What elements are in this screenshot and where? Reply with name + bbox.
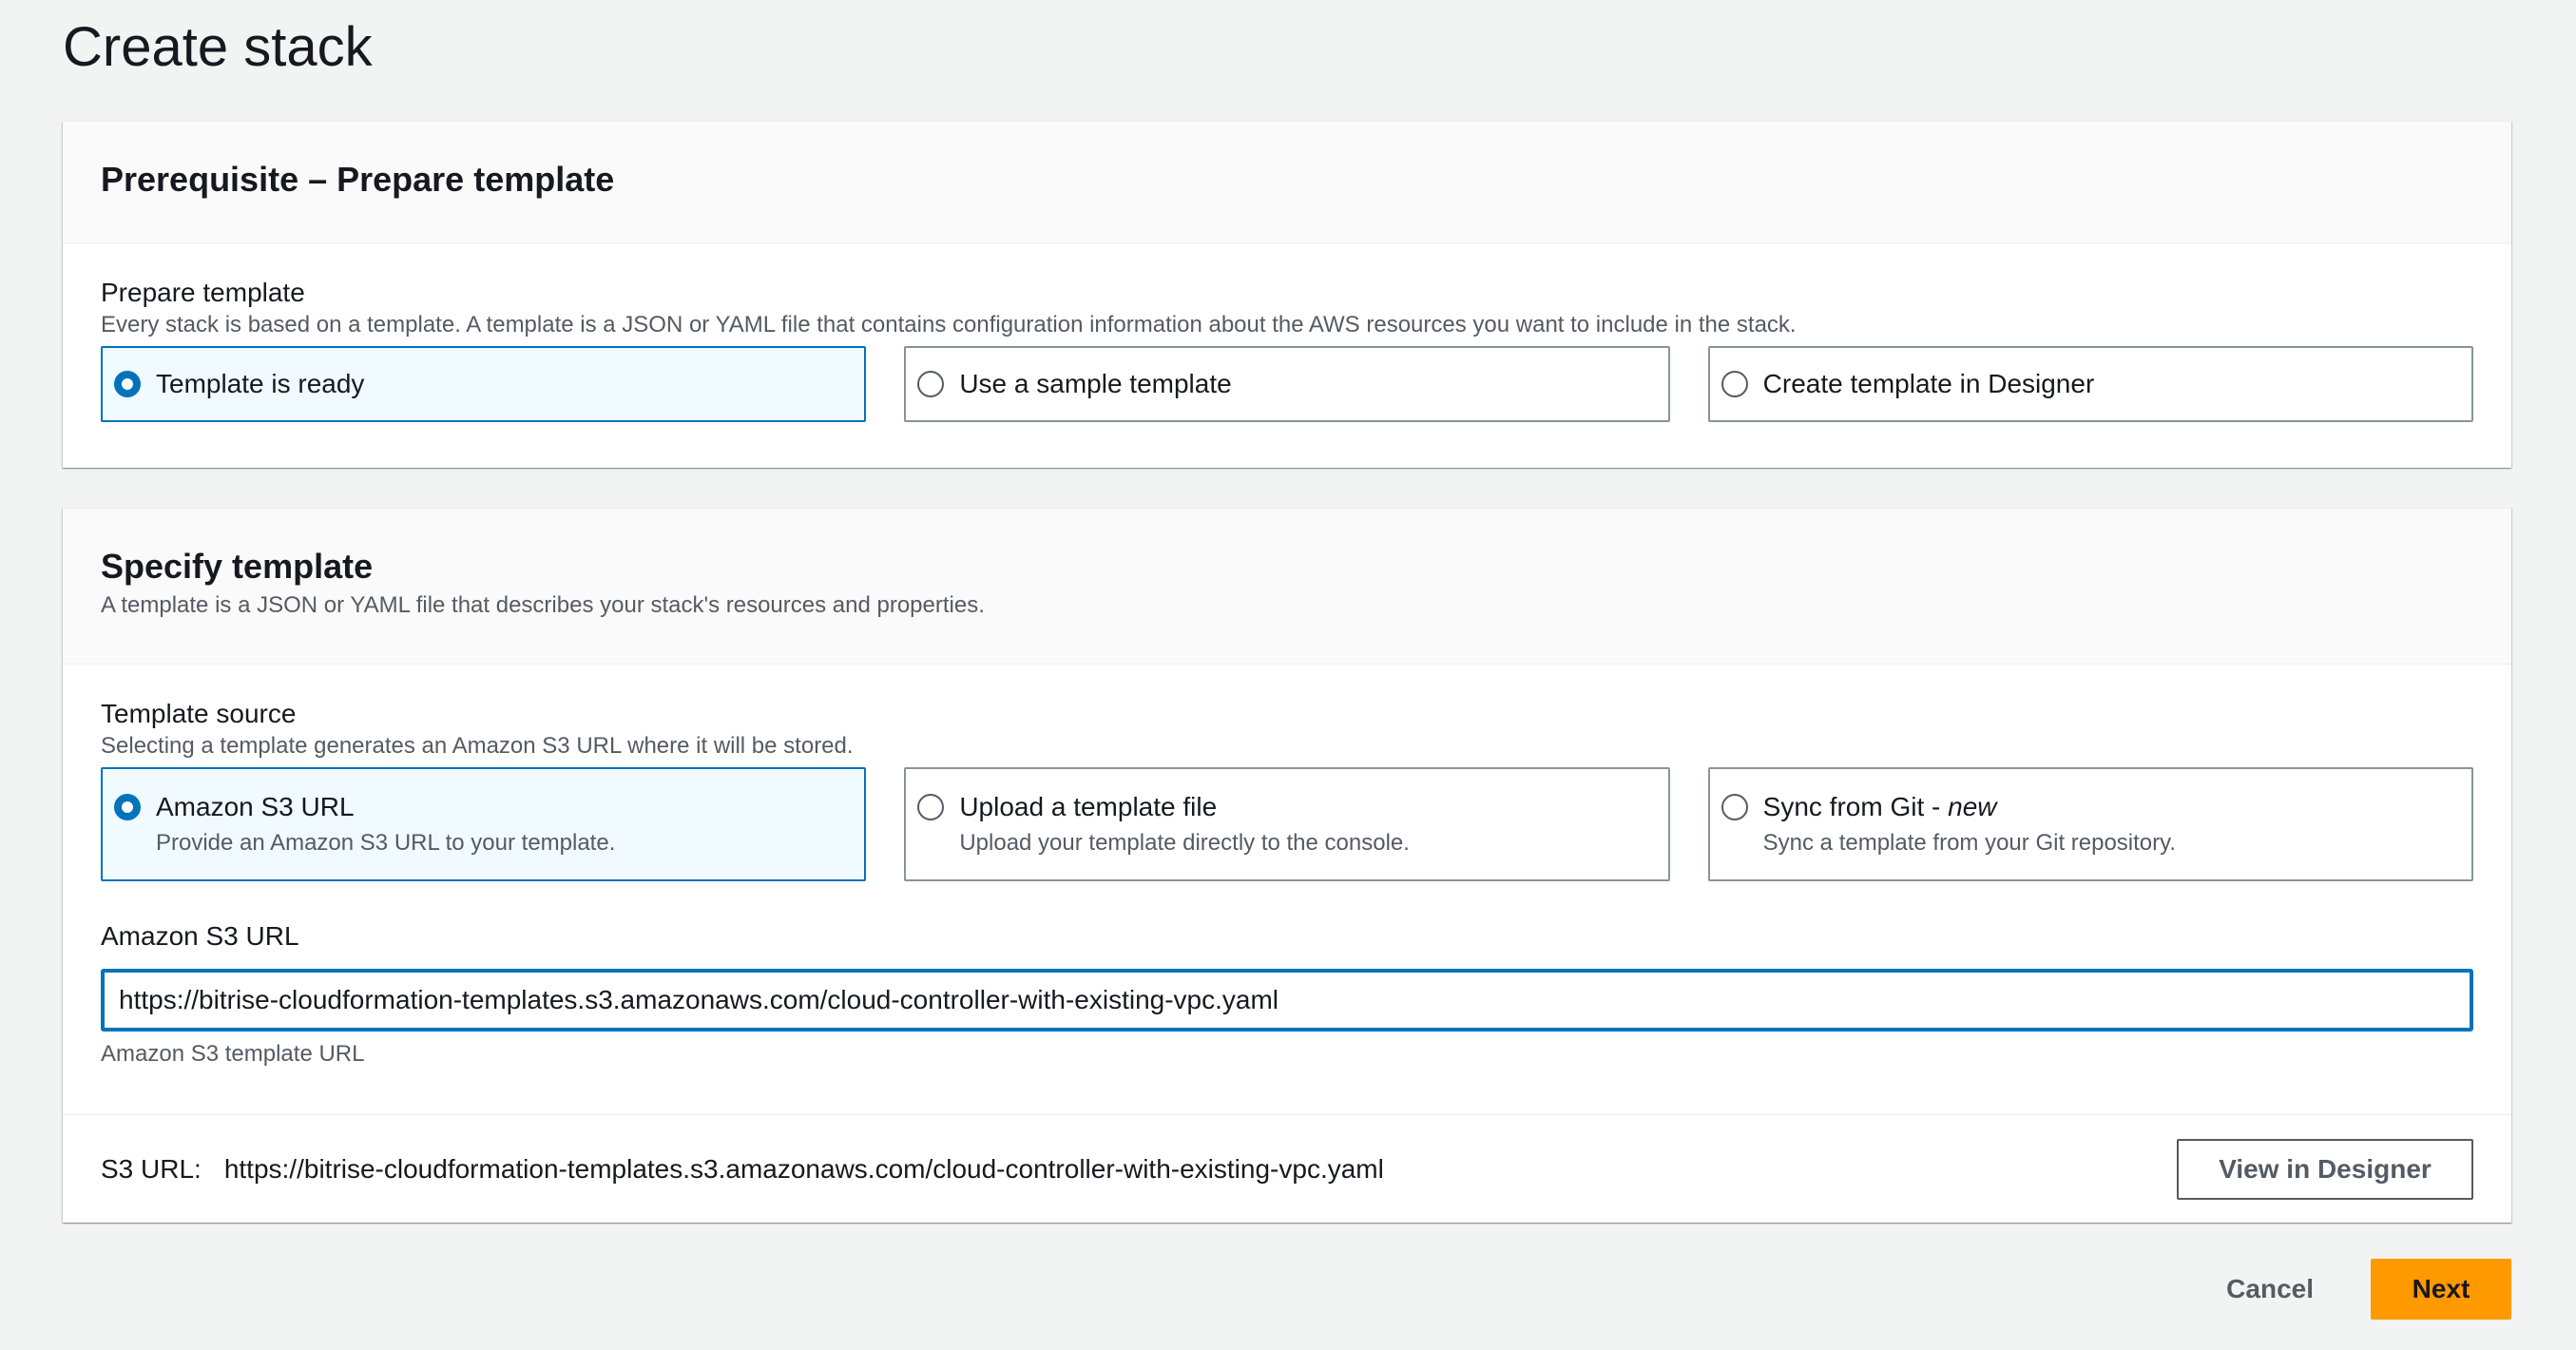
prepare-template-description: Every stack is based on a template. A te… [101, 312, 1797, 338]
prerequisite-panel-header: Prerequisite – Prepare template [63, 122, 2511, 243]
source-label: Upload a template file [959, 792, 1218, 821]
page-title: Create stack [63, 16, 373, 78]
prepare-template-label: Prepare template [101, 278, 305, 307]
template-source-description: Selecting a template generates an Amazon… [101, 733, 854, 759]
prerequisite-title: Prerequisite – Prepare template [101, 160, 615, 199]
template-source-options: Amazon S3 URL Provide an Amazon S3 URL t… [101, 767, 2473, 881]
source-description: Sync a template from your Git repository… [1762, 830, 2177, 856]
radio-selected-icon[interactable] [114, 794, 141, 820]
specify-template-panel: Specify template A template is a JSON or… [63, 508, 2511, 1223]
s3-url-footer: S3 URL: https://bitrise-cloudformation-t… [63, 1114, 2511, 1223]
option-template-is-ready[interactable]: Template is ready [101, 346, 867, 422]
source-label: Amazon S3 URL [156, 792, 355, 821]
option-use-sample-template[interactable]: Use a sample template [904, 346, 1670, 422]
source-sync-from-git[interactable]: Sync from Git - new Sync a template from… [1707, 767, 2473, 881]
radio-selected-icon[interactable] [114, 371, 141, 397]
s3-url-hint: Amazon S3 template URL [101, 1041, 365, 1067]
prerequisite-panel-body: Prepare template Every stack is based on… [63, 243, 2511, 422]
source-amazon-s3-url[interactable]: Amazon S3 URL Provide an Amazon S3 URL t… [101, 767, 867, 881]
source-upload-template-file[interactable]: Upload a template file Upload your templ… [904, 767, 1670, 881]
radio-unselected-icon[interactable] [917, 371, 945, 397]
prepare-template-options: Template is ready Use a sample template … [101, 346, 2473, 422]
radio-unselected-icon[interactable] [1721, 794, 1748, 820]
source-label-text: Sync from Git - [1762, 792, 1949, 821]
specify-title: Specify template [101, 547, 374, 586]
option-create-in-designer[interactable]: Create template in Designer [1707, 346, 2473, 422]
next-button[interactable]: Next [2371, 1259, 2511, 1320]
s3-url-label: Amazon S3 URL [101, 921, 299, 951]
specify-description: A template is a JSON or YAML file that d… [101, 592, 985, 618]
radio-unselected-icon[interactable] [917, 794, 945, 820]
s3-url-footer-label: S3 URL: [101, 1153, 202, 1184]
specify-panel-header: Specify template A template is a JSON or… [63, 509, 2511, 665]
option-label: Use a sample template [959, 369, 1232, 398]
specify-panel-body: Template source Selecting a template gen… [63, 665, 2511, 1070]
form-actions: Cancel Next [2198, 1259, 2511, 1320]
option-label: Create template in Designer [1762, 369, 2095, 398]
source-description: Provide an Amazon S3 URL to your templat… [156, 830, 616, 856]
s3-url-input[interactable] [101, 969, 2473, 1032]
source-description: Upload your template directly to the con… [959, 830, 1410, 856]
template-source-label: Template source [101, 699, 297, 728]
s3-url-footer-value: https://bitrise-cloudformation-templates… [223, 1153, 1384, 1184]
radio-unselected-icon[interactable] [1721, 371, 1748, 397]
cancel-button[interactable]: Cancel [2198, 1259, 2342, 1320]
source-label: Sync from Git - new [1763, 790, 2176, 824]
option-label: Template is ready [156, 369, 365, 398]
prerequisite-panel: Prerequisite – Prepare template Prepare … [63, 121, 2511, 468]
new-badge: new [1948, 792, 1997, 821]
view-in-designer-button[interactable]: View in Designer [2177, 1138, 2473, 1200]
